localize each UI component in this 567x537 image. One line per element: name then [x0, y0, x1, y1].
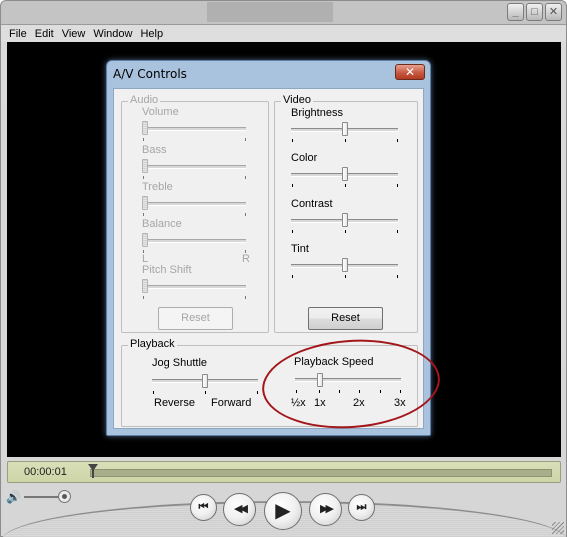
- next-button[interactable]: ⏭: [348, 494, 375, 521]
- slider-thumb: [142, 121, 148, 135]
- skip-forward-icon: ⏭: [356, 501, 367, 513]
- volume-slider-knob[interactable]: [58, 490, 71, 503]
- tick: [397, 275, 398, 278]
- volume-slider-track[interactable]: [24, 496, 62, 498]
- slider-label: Color: [291, 152, 318, 164]
- slider-track: [142, 202, 246, 206]
- slider-label: Brightness: [291, 107, 343, 119]
- tick: [344, 184, 346, 187]
- resize-grip[interactable]: [552, 522, 564, 534]
- slider-track: [142, 285, 246, 289]
- video-group-label: Video: [281, 94, 313, 106]
- tick: [292, 230, 293, 233]
- slider-label: Treble: [142, 181, 173, 193]
- tick: [397, 184, 398, 187]
- fast-forward-icon: ▶▶: [320, 503, 334, 515]
- jog-shuttle-thumb[interactable]: [202, 374, 208, 388]
- playback-group-label: Playback: [128, 338, 177, 350]
- reverse-label: Reverse: [154, 397, 195, 409]
- tick: [292, 275, 293, 278]
- seek-track[interactable]: [90, 469, 552, 477]
- audio-group: Audio Volume Bass Treble Balance L R Pitch Shi…: [121, 94, 269, 333]
- audio-group-label: Audio: [128, 94, 161, 106]
- tick: [292, 184, 293, 187]
- slider-track: [142, 127, 246, 131]
- media-player-window: _ □ ✕ File Edit View Window Help A/V Con…: [0, 0, 567, 537]
- slider-thumb: [142, 196, 148, 210]
- slider-track: [142, 239, 246, 243]
- tick: [143, 176, 144, 179]
- tick: [245, 138, 246, 141]
- rewind-icon: ◀◀: [234, 503, 248, 515]
- video-reset-button[interactable]: Reset: [308, 307, 383, 330]
- slider-label: Contrast: [291, 198, 333, 210]
- maximize-button[interactable]: □: [526, 3, 543, 21]
- slider-label: Volume: [142, 106, 179, 118]
- slider-thumb: [142, 233, 148, 247]
- close-icon: ✕: [404, 65, 416, 79]
- skip-back-icon: ⏮: [198, 501, 209, 513]
- minimize-icon: _: [512, 5, 519, 18]
- play-button[interactable]: ▶: [264, 492, 302, 530]
- slider-thumb[interactable]: [341, 213, 348, 227]
- forward-label: Forward: [211, 397, 252, 409]
- dialog-title: A/V Controls: [113, 67, 187, 81]
- slider-label: Pitch Shift: [142, 264, 192, 276]
- tick: [344, 230, 346, 233]
- timeline-bar: 00:00:01: [7, 461, 561, 483]
- minimize-button[interactable]: _: [507, 3, 524, 21]
- tick: [245, 296, 246, 299]
- balance-right-label: R: [242, 253, 250, 265]
- playhead-stem: [92, 468, 94, 478]
- play-icon: ▶: [275, 500, 291, 522]
- tick: [205, 391, 206, 394]
- volume-icon[interactable]: 🔊: [6, 490, 21, 504]
- tick: [397, 230, 398, 233]
- close-icon: ✕: [548, 5, 559, 18]
- video-group: Video Brightness Color Contrast Tint Reset: [274, 94, 418, 333]
- tick: [257, 391, 258, 394]
- tick: [397, 139, 398, 142]
- slider-label: Bass: [142, 144, 167, 156]
- jog-shuttle-label: Jog Shuttle: [152, 357, 208, 369]
- tick: [245, 176, 246, 179]
- tick: [143, 213, 144, 216]
- menu-view[interactable]: View: [58, 28, 90, 40]
- menu-file[interactable]: File: [5, 28, 31, 40]
- slider-label: Balance: [142, 218, 182, 230]
- slider-label: Tint: [291, 243, 309, 255]
- dialog-close-button[interactable]: ✕: [395, 64, 425, 80]
- tick: [143, 296, 144, 299]
- tick: [153, 391, 154, 394]
- tick: [344, 139, 346, 142]
- menu-edit[interactable]: Edit: [31, 28, 58, 40]
- slider-thumb[interactable]: [341, 258, 348, 272]
- maximize-icon: □: [531, 5, 538, 18]
- close-button[interactable]: ✕: [545, 3, 562, 21]
- title-bar[interactable]: _ □ ✕: [1, 1, 566, 25]
- menu-bar: File Edit View Window Help: [1, 25, 566, 42]
- slider-track: [142, 165, 246, 169]
- menu-window[interactable]: Window: [89, 28, 136, 40]
- title-area: [207, 2, 333, 22]
- current-time: 00:00:01: [24, 466, 67, 478]
- menu-help[interactable]: Help: [136, 28, 167, 40]
- audio-reset-button[interactable]: Reset: [158, 307, 233, 330]
- slider-thumb: [142, 159, 148, 173]
- previous-button[interactable]: ⏮: [190, 494, 217, 521]
- tick: [245, 213, 246, 216]
- slider-thumb: [142, 279, 148, 293]
- rewind-button[interactable]: ◀◀: [223, 493, 256, 526]
- tick: [143, 138, 144, 141]
- slider-thumb[interactable]: [341, 167, 348, 181]
- tick: [344, 275, 346, 278]
- tick: [292, 139, 293, 142]
- fast-forward-button[interactable]: ▶▶: [309, 493, 342, 526]
- slider-thumb[interactable]: [341, 122, 348, 136]
